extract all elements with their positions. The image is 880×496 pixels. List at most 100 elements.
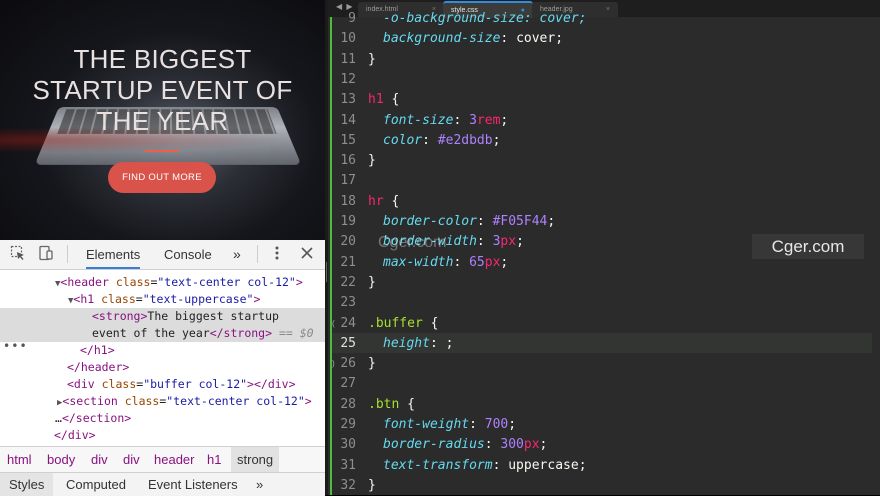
code-line[interactable]: hr {: [368, 192, 399, 212]
code-line[interactable]: h1 {: [368, 90, 399, 110]
dom-node-div-close[interactable]: </div>: [0, 427, 325, 444]
breadcrumb-strong[interactable]: strong: [231, 447, 280, 472]
website-preview: THE BIGGEST STARTUP EVENT OF THE YEAR FI…: [0, 0, 325, 240]
dom-node-header[interactable]: ▼<header class="text-center col-12">: [0, 274, 325, 291]
breadcrumb-header[interactable]: header: [154, 447, 194, 472]
dom-tag: ></div>: [247, 377, 296, 391]
breadcrumb-html[interactable]: html: [7, 447, 32, 472]
dom-node-strong-selected-cont[interactable]: event of the year</strong> == $0: [0, 325, 325, 342]
css-property: height: [383, 336, 430, 351]
tab-event-listeners[interactable]: Event Listeners: [148, 473, 238, 496]
dom-node-strong-selected[interactable]: <strong>The biggest startup: [0, 308, 325, 325]
hero-divider-rule: [145, 150, 179, 152]
code-line[interactable]: .btn {: [368, 395, 415, 415]
device-toggle-icon[interactable]: [37, 245, 55, 263]
code-line[interactable]: -o-background-size: cover;: [383, 9, 587, 29]
devtools-toolbar: Elements Console »: [0, 240, 325, 270]
line-number: 13: [340, 92, 356, 107]
styles-panel-tabs: Styles Computed Event Listeners »: [0, 472, 325, 496]
code-punctuation: :: [422, 133, 438, 148]
code-line[interactable]: .buffer {: [368, 314, 438, 334]
dom-node-section-close[interactable]: …</section>: [0, 410, 325, 427]
dom-attr-value: "buffer col-12": [143, 377, 248, 391]
css-value: #e2dbdb: [437, 133, 493, 148]
tab-styles[interactable]: Styles: [0, 473, 54, 496]
dom-tag: </section>: [61, 411, 132, 425]
code-line[interactable]: font-size: 3rem;: [383, 111, 508, 131]
css-number: 3: [469, 113, 477, 128]
css-unit: rem: [476, 113, 501, 128]
css-property: font-size: [383, 113, 454, 128]
tab-elements[interactable]: Elements: [86, 240, 141, 269]
code-line[interactable]: }: [368, 50, 376, 70]
dom-node-section[interactable]: ▶<section class="text-center col-12">: [0, 393, 325, 410]
code-text: }: [368, 478, 376, 493]
code-line[interactable]: }: [368, 354, 376, 374]
breadcrumb-div[interactable]: div: [91, 447, 108, 472]
dom-tag: >: [253, 292, 261, 306]
code-line[interactable]: }: [368, 273, 376, 293]
code-punctuation: ;: [500, 255, 509, 270]
code-line[interactable]: }: [368, 151, 376, 171]
code-line[interactable]: border-radius: 300px;: [383, 435, 547, 455]
code-line[interactable]: font-weight: 700;: [383, 415, 516, 435]
breadcrumb-body[interactable]: body: [47, 447, 75, 472]
code-line[interactable]: text-transform: uppercase;: [383, 456, 587, 476]
close-icon[interactable]: ×: [606, 2, 610, 17]
dom-node-h1-close[interactable]: </h1>: [0, 342, 325, 359]
code-punctuation: ;: [508, 417, 517, 432]
breadcrumb-div[interactable]: div: [123, 447, 140, 472]
vertical-dots-icon[interactable]: [268, 245, 286, 263]
code-punctuation: :: [484, 437, 501, 452]
code-line[interactable]: }: [368, 476, 376, 496]
code-line[interactable]: height: ;: [383, 334, 453, 354]
dom-node-h1[interactable]: ▼<h1 class="text-uppercase">: [0, 291, 325, 308]
line-number: 10: [340, 31, 356, 46]
line-number: 16: [340, 153, 356, 168]
dom-tag: <div: [67, 377, 102, 391]
css-selector: hr: [368, 194, 384, 209]
dom-node-div-buffer[interactable]: <div class="buffer col-12"></div>: [0, 376, 325, 393]
line-number: 12: [340, 72, 356, 87]
dom-tag: </strong>: [209, 326, 273, 340]
breadcrumb-h1[interactable]: h1: [207, 447, 221, 472]
fold-marker-icon[interactable]: ): [332, 354, 335, 374]
line-number: 17: [340, 173, 356, 188]
line-number: 25: [340, 336, 356, 351]
code-punctuation: ;: [578, 458, 587, 473]
find-out-more-button[interactable]: FIND OUT MORE: [108, 162, 216, 193]
more-panels-icon[interactable]: »: [256, 473, 263, 496]
selected-node-marker: == $0: [272, 326, 314, 340]
divider-grip-icon[interactable]: [326, 262, 327, 282]
line-number: 24: [340, 316, 356, 331]
css-unit: px: [523, 437, 540, 452]
css-selector: .btn: [368, 397, 400, 412]
code-punctuation: ;: [539, 437, 548, 452]
css-property: border-color: [383, 214, 477, 229]
dom-tag: </h1>: [80, 343, 115, 357]
tab-console[interactable]: Console: [164, 240, 212, 269]
code-line[interactable]: max-width: 65px;: [383, 253, 508, 273]
code-punctuation: ;: [547, 214, 556, 229]
modified-lines-indicator: [330, 17, 332, 495]
dom-node-header-close[interactable]: </header>: [0, 359, 325, 376]
code-line[interactable]: background-size: cover;: [383, 29, 563, 49]
close-icon[interactable]: [298, 245, 316, 263]
hero-title: THE BIGGEST STARTUP EVENT OF THE YEAR: [0, 44, 325, 137]
css-property: background-size: [383, 31, 501, 46]
tab-computed[interactable]: Computed: [66, 473, 126, 496]
code-punctuation: ;: [555, 31, 564, 46]
css-brace: {: [383, 194, 400, 209]
fold-marker-icon[interactable]: (: [332, 314, 335, 334]
code-line[interactable]: border-color: #F05F44;: [383, 212, 555, 232]
css-unit: px: [500, 234, 517, 249]
css-number: 300: [500, 437, 524, 452]
code-punctuation: :: [500, 31, 517, 46]
dom-attr: class: [124, 394, 160, 408]
cursor-select-icon[interactable]: [9, 245, 27, 263]
code-line[interactable]: color: #e2dbdb;: [383, 131, 500, 151]
code-punctuation: :: [469, 417, 485, 432]
more-tabs-icon[interactable]: »: [233, 240, 241, 269]
css-unit: px: [484, 255, 501, 270]
toolbar-separator: [67, 245, 68, 263]
